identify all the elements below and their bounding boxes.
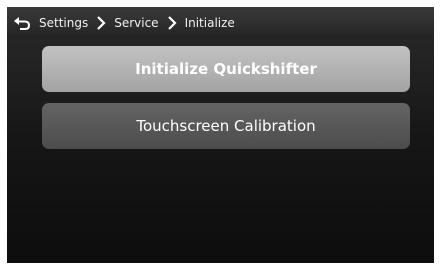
back-arrow-icon[interactable]	[11, 14, 33, 32]
breadcrumb: Settings Service Initialize	[7, 7, 434, 39]
breadcrumb-service[interactable]: Service	[114, 16, 158, 30]
menu-area: Initialize Quickshifter Touchscreen Cali…	[7, 39, 434, 263]
screen: Settings Service Initialize Initialize Q…	[7, 7, 434, 263]
touchscreen-calibration-button[interactable]: Touchscreen Calibration	[42, 103, 410, 149]
chevron-right-icon	[165, 15, 179, 31]
initialize-quickshifter-button[interactable]: Initialize Quickshifter	[42, 46, 410, 92]
chevron-right-icon	[94, 15, 108, 31]
breadcrumb-settings[interactable]: Settings	[39, 16, 88, 30]
breadcrumb-initialize: Initialize	[184, 16, 235, 30]
